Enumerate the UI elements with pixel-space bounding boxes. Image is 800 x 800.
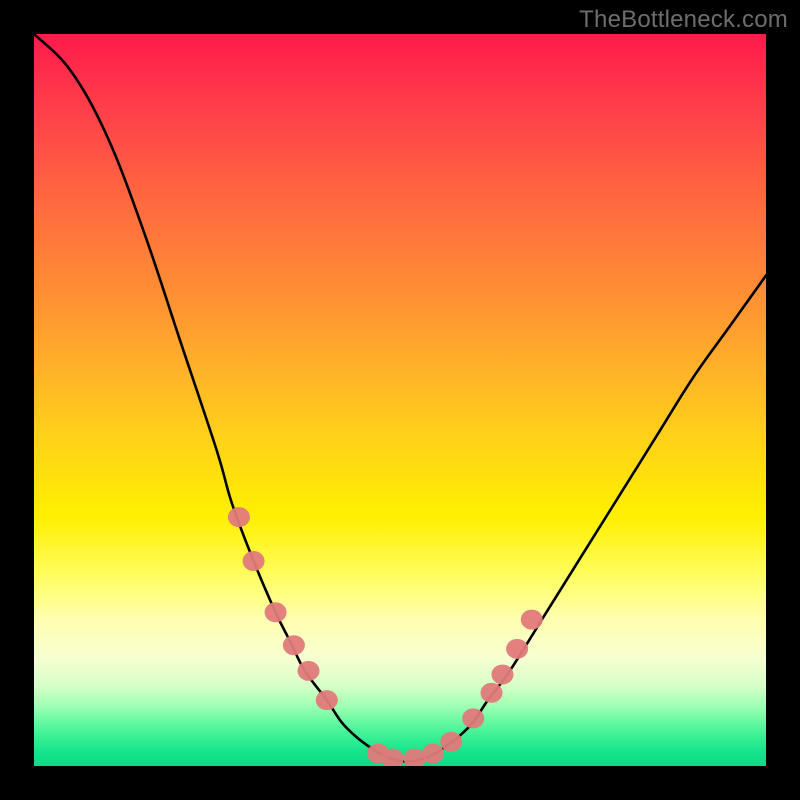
chart-frame: TheBottleneck.com (0, 0, 800, 800)
curve-svg (34, 34, 766, 766)
highlight-marker (462, 708, 484, 728)
highlight-marker (243, 551, 265, 571)
highlight-markers (228, 507, 543, 766)
highlight-marker (506, 639, 528, 659)
highlight-marker (265, 602, 287, 622)
highlight-marker (228, 507, 250, 527)
watermark-text: TheBottleneck.com (579, 6, 788, 34)
highlight-marker (440, 732, 462, 752)
highlight-marker (283, 635, 305, 655)
highlight-marker (521, 610, 543, 630)
plot-area (34, 34, 766, 766)
highlight-marker (481, 683, 503, 703)
highlight-marker (316, 690, 338, 710)
bottleneck-curve (34, 34, 766, 761)
highlight-marker (422, 744, 444, 764)
highlight-marker (298, 661, 320, 681)
highlight-marker (491, 665, 513, 685)
